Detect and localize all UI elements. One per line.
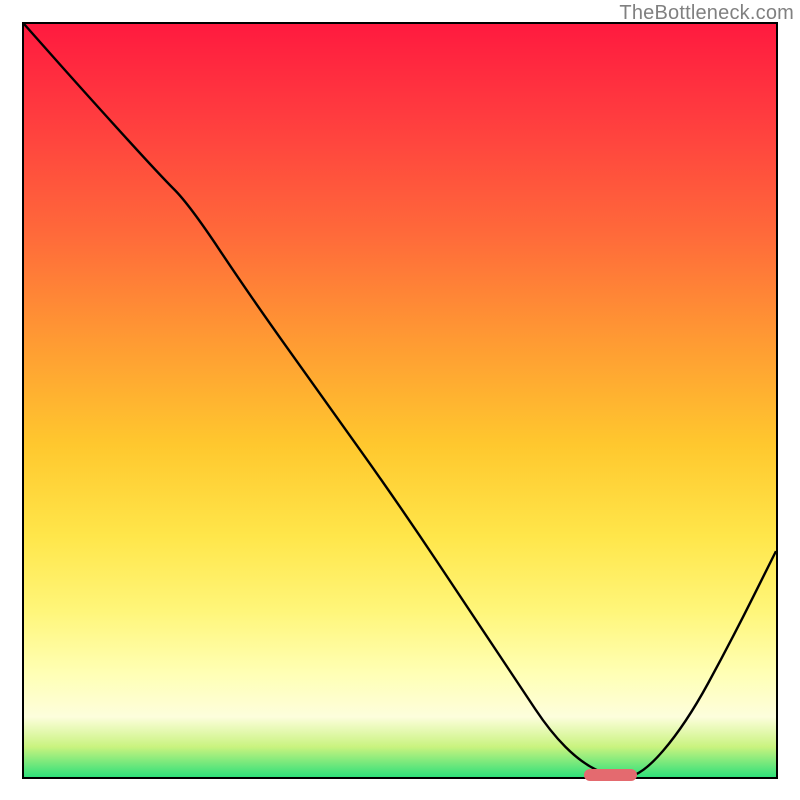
optimum-marker xyxy=(584,769,637,781)
bottleneck-curve-path xyxy=(24,24,776,777)
chart-frame xyxy=(22,22,778,779)
chart-curve-svg xyxy=(24,24,776,777)
